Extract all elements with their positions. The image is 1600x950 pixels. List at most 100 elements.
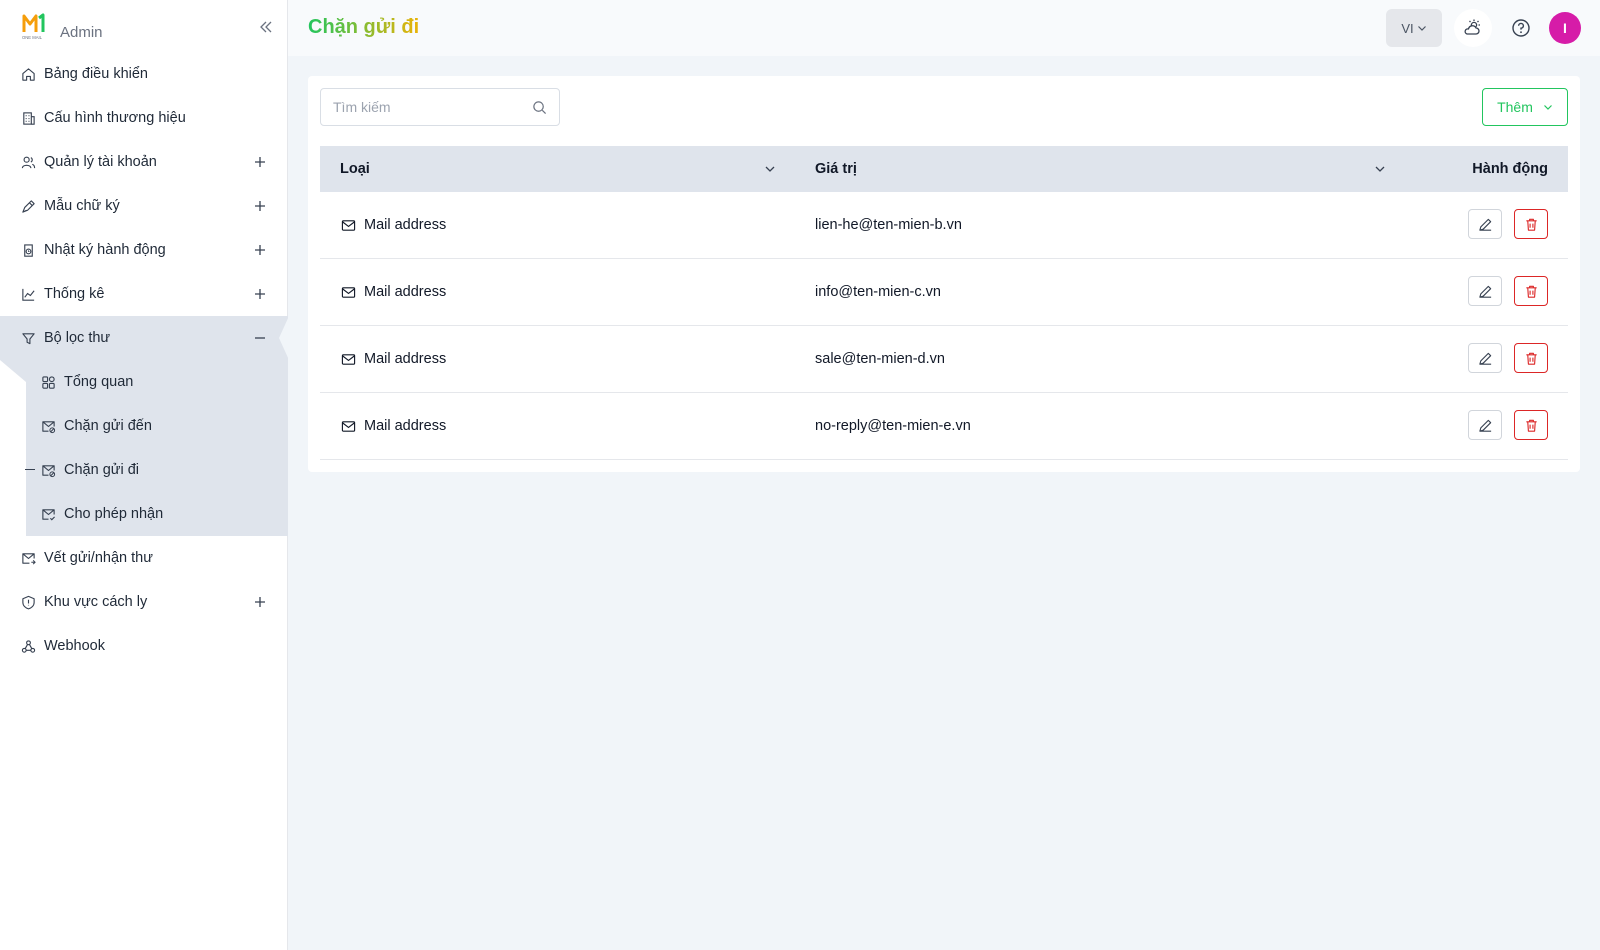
table-header: Loại Giá trị Hành động [320,146,1568,192]
submenu-item-label: Tổng quan [64,374,134,390]
help-button[interactable] [1502,9,1540,47]
dashboard-grid-icon [40,374,56,390]
mail-icon [340,418,356,434]
mail-icon [340,351,356,367]
mail-allow-icon [40,506,56,522]
edit-button[interactable] [1468,343,1502,373]
trash-icon [1525,285,1537,298]
pencil-icon [1478,419,1491,432]
user-avatar[interactable]: I [1549,12,1581,44]
delete-button[interactable] [1514,343,1548,373]
sidebar-item-brand-config[interactable]: Cấu hình thương hiệu [0,96,288,140]
add-button-label: Thêm [1497,99,1533,115]
sidebar-item-webhook[interactable]: Webhook [0,624,288,668]
minus-icon[interactable] [252,330,268,346]
row-type: Mail address [340,284,446,300]
search-box[interactable] [320,88,560,126]
sidebar-nav: Bảng điều khiển Cấu hình thương hiệu Quả… [0,52,289,668]
edit-button[interactable] [1468,276,1502,306]
collapse-sidebar-button[interactable] [256,17,276,37]
plus-icon[interactable] [252,198,268,214]
mail-filter-submenu: Tổng quan Chặn gửi đến Chặn gửi đi Cho p… [0,360,288,536]
table-row: Mail address no-reply@ten-mien-e.vn [320,393,1568,460]
submenu-item-block-incoming[interactable]: Chặn gửi đến [26,404,288,448]
row-value: no-reply@ten-mien-e.vn [815,418,971,434]
users-icon [20,154,36,170]
onemail-logo-icon: ONE MAIL [22,13,45,40]
row-type-label: Mail address [364,351,447,367]
sidebar-item-label: Bảng điều khiển [44,66,148,82]
edit-button[interactable] [1468,410,1502,440]
chevrons-left-icon [260,21,272,33]
mail-block-icon [40,418,56,434]
blocked-senders-table: Loại Giá trị Hành động Mail address lien… [320,146,1568,460]
table-row: Mail address info@ten-mien-c.vn [320,259,1568,326]
plus-icon[interactable] [252,286,268,302]
row-type-label: Mail address [364,217,447,233]
trash-icon [1525,419,1537,432]
plus-icon[interactable] [252,242,268,258]
sun-cloud-icon [1464,19,1480,35]
filter-icon [20,330,36,346]
delete-button[interactable] [1514,209,1548,239]
delete-button[interactable] [1514,410,1548,440]
sidebar-item-label: Vết gửi/nhận thư [44,550,153,566]
chevron-down-icon[interactable] [762,161,778,177]
row-type: Mail address [340,351,446,367]
edit-button[interactable] [1468,209,1502,239]
chevron-down-icon [1417,26,1426,31]
row-value: lien-he@ten-mien-b.vn [815,217,962,233]
sidebar-item-label: Quản lý tài khoản [44,154,157,170]
mail-icon [340,284,356,300]
chevron-down-icon[interactable] [1372,161,1388,177]
pencil-icon [1478,218,1491,231]
webhook-icon [20,638,36,654]
sidebar-item-dashboard[interactable]: Bảng điều khiển [0,52,288,96]
row-type-label: Mail address [364,418,447,434]
pencil-icon [1478,352,1491,365]
trash-icon [1525,352,1537,365]
top-header: Chặn gửi đi VI I [288,0,1600,56]
sidebar-item-quarantine[interactable]: Khu vực cách ly [0,580,288,624]
delete-button[interactable] [1514,276,1548,306]
chevron-down-icon [1543,105,1552,110]
add-dropdown-button[interactable]: Thêm [1482,88,1568,126]
sidebar-item-mail-trace[interactable]: Vết gửi/nhận thư [0,536,288,580]
submenu-item-label: Cho phép nhận [64,506,164,522]
trash-icon [1525,218,1537,231]
row-value: info@ten-mien-c.vn [815,284,941,300]
sidebar-item-label: Khu vực cách ly [44,594,148,610]
submenu-item-block-outgoing[interactable]: Chặn gửi đi [25,448,288,492]
sidebar-item-label: Cấu hình thương hiệu [44,110,186,126]
sidebar-item-signatures[interactable]: Mẫu chữ ký [0,184,288,228]
submenu-item-allow-receive[interactable]: Cho phép nhận [26,492,288,536]
row-value: sale@ten-mien-d.vn [815,351,945,367]
plus-icon[interactable] [252,154,268,170]
help-circle-icon [1512,19,1530,37]
submenu-item-overview[interactable]: Tổng quan [26,360,288,404]
sidebar-item-label: Nhật ký hành động [44,242,166,258]
language-value: VI [1401,20,1414,36]
row-type: Mail address [340,217,446,233]
language-select[interactable]: VI [1386,9,1442,47]
mail-trace-icon [20,550,36,566]
sidebar-item-statistics[interactable]: Thống kê [0,272,288,316]
sidebar: ONE MAIL Admin Bảng điều khiển Cấu hình … [0,0,289,950]
sidebar-item-action-log[interactable]: Nhật ký hành động [0,228,288,272]
theme-toggle-button[interactable] [1454,9,1492,47]
building-icon [20,110,36,126]
plus-icon[interactable] [252,594,268,610]
content-card: Thêm Loại Giá trị Hành động Mail address… [308,76,1580,472]
active-indicator [25,469,35,470]
home-icon [20,66,36,82]
sidebar-item-label: Webhook [44,638,105,654]
svg-text:ONE MAIL: ONE MAIL [22,35,43,40]
sidebar-item-accounts[interactable]: Quản lý tài khoản [0,140,288,184]
row-type: Mail address [340,418,446,434]
column-header-type: Loại [340,161,370,177]
table-row: Mail address lien-he@ten-mien-b.vn [320,192,1568,259]
brand-label: Admin [60,24,103,41]
search-input[interactable] [333,99,532,115]
column-header-value: Giá trị [815,161,857,177]
sidebar-item-mail-filter[interactable]: Bộ lọc thư [0,316,289,360]
